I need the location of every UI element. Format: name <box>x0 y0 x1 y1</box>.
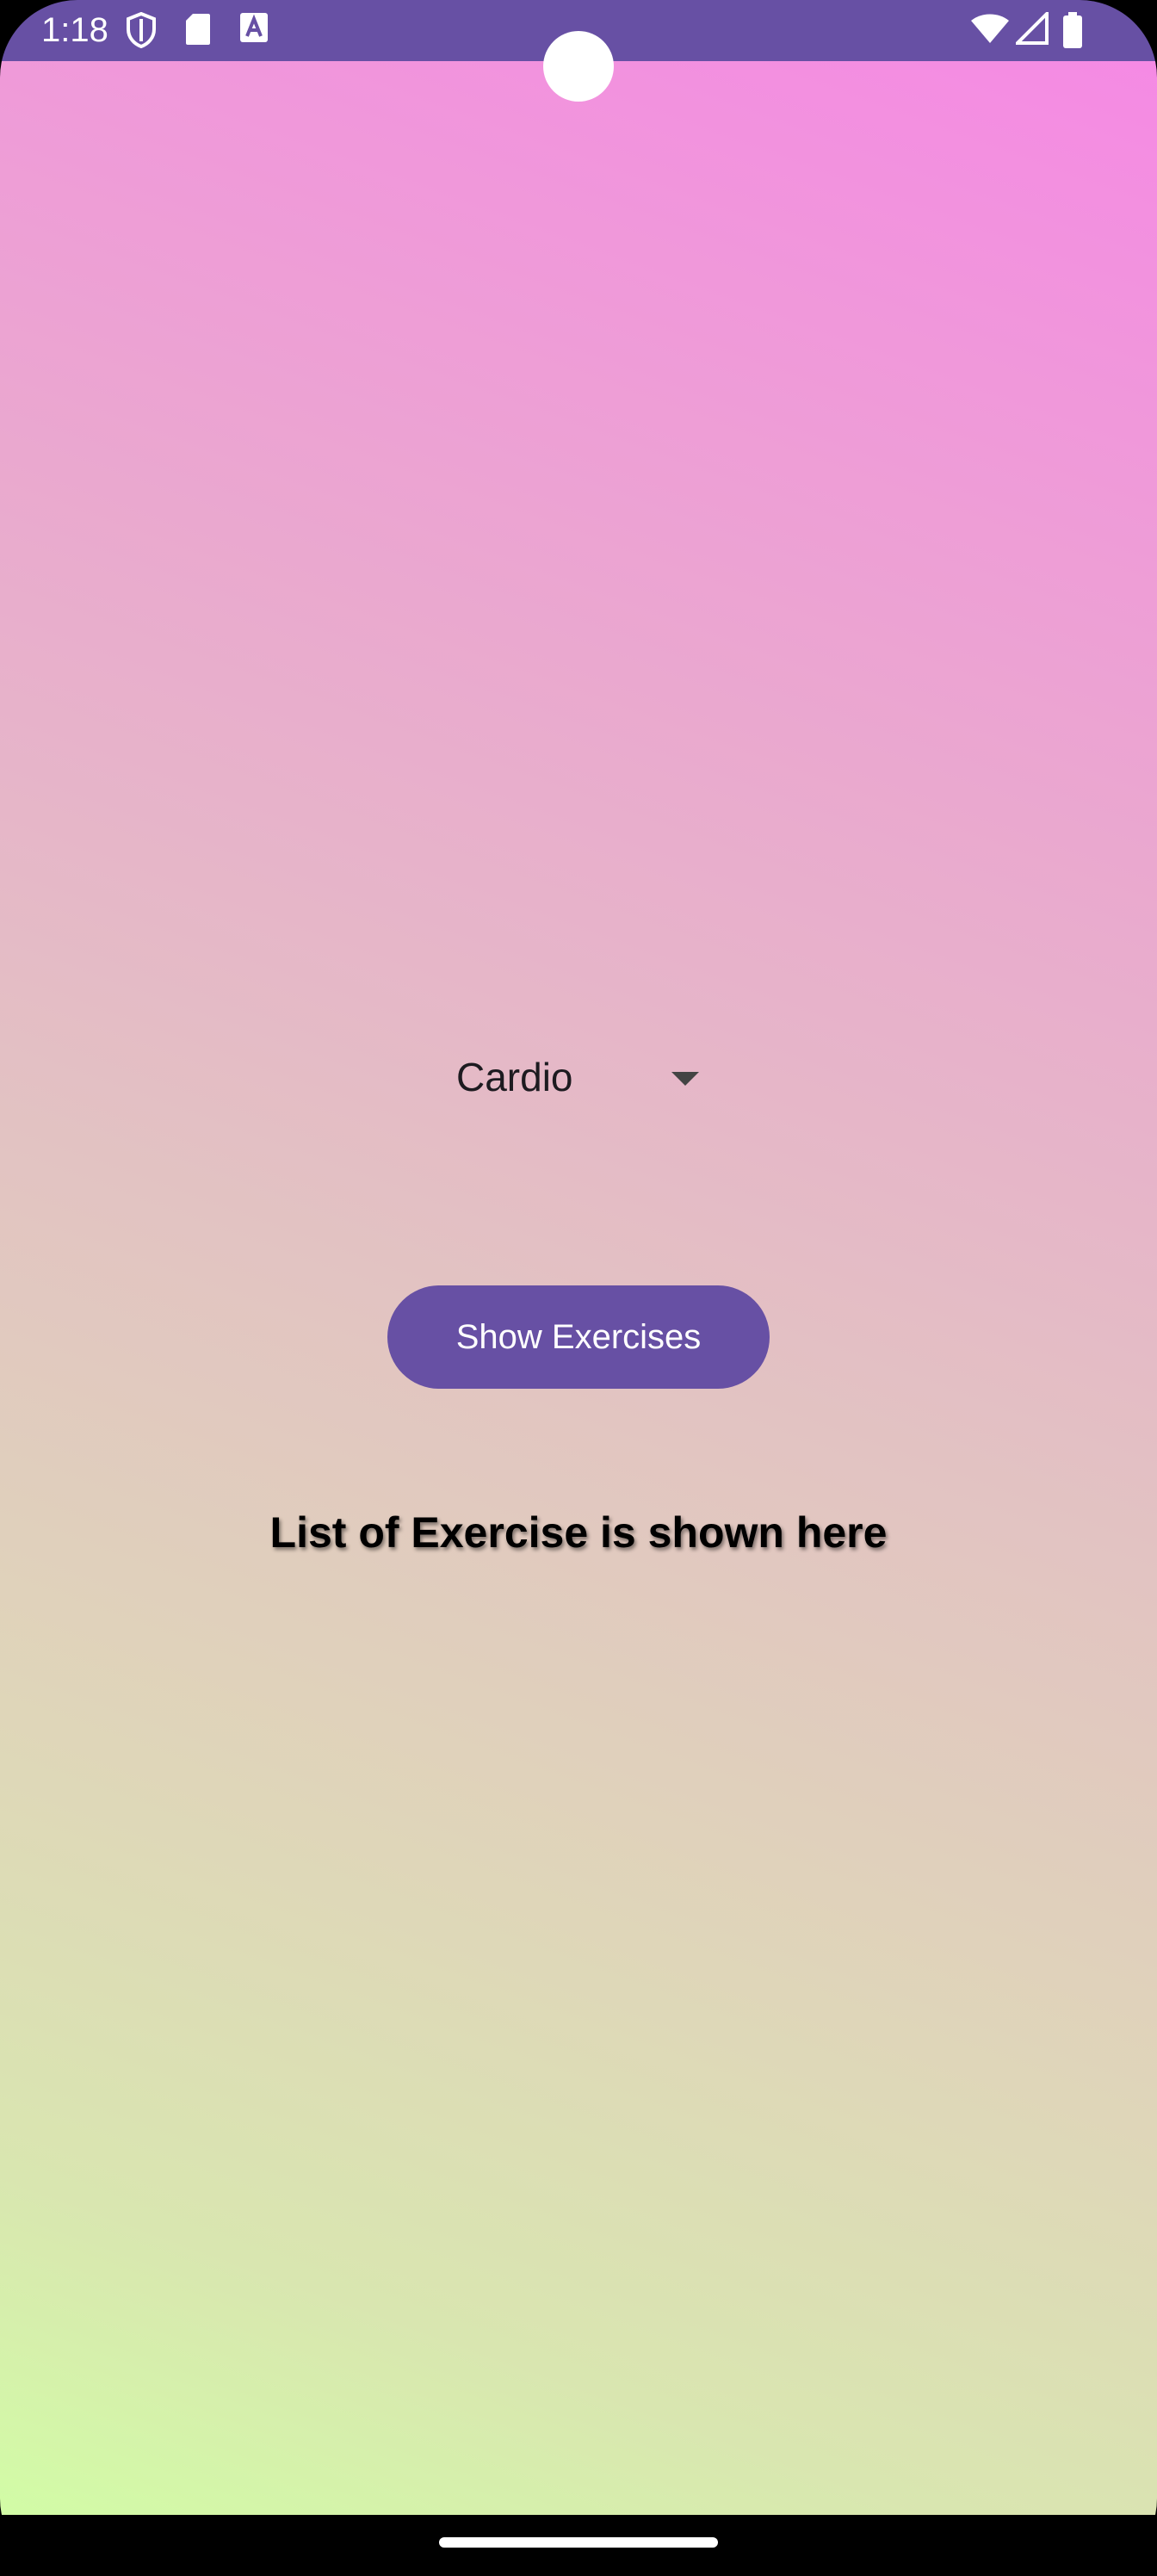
battery-icon <box>1063 12 1082 48</box>
signal-icon <box>1016 12 1049 45</box>
phone-screen: 1:18 Cardio Show Exercises List of Exerc… <box>0 0 1157 2576</box>
exercise-list-text: List of Exercise is shown here <box>269 1508 888 1557</box>
status-time: 1:18 <box>41 11 108 49</box>
a-badge-icon <box>240 13 268 42</box>
navigation-bar <box>0 2515 1157 2576</box>
dropdown-arrow-icon <box>671 1072 699 1086</box>
home-handle[interactable] <box>439 2537 718 2548</box>
category-spinner[interactable]: Cardio <box>439 1034 723 1120</box>
sd-card-icon <box>186 14 210 45</box>
camera-cutout <box>543 31 614 102</box>
spinner-selected-value: Cardio <box>456 1055 573 1099</box>
main-content: Cardio Show Exercises List of Exercise i… <box>0 61 1157 2515</box>
show-exercises-button[interactable]: Show Exercises <box>387 1285 770 1389</box>
wifi-icon <box>971 14 1009 43</box>
shield-icon <box>127 12 156 48</box>
